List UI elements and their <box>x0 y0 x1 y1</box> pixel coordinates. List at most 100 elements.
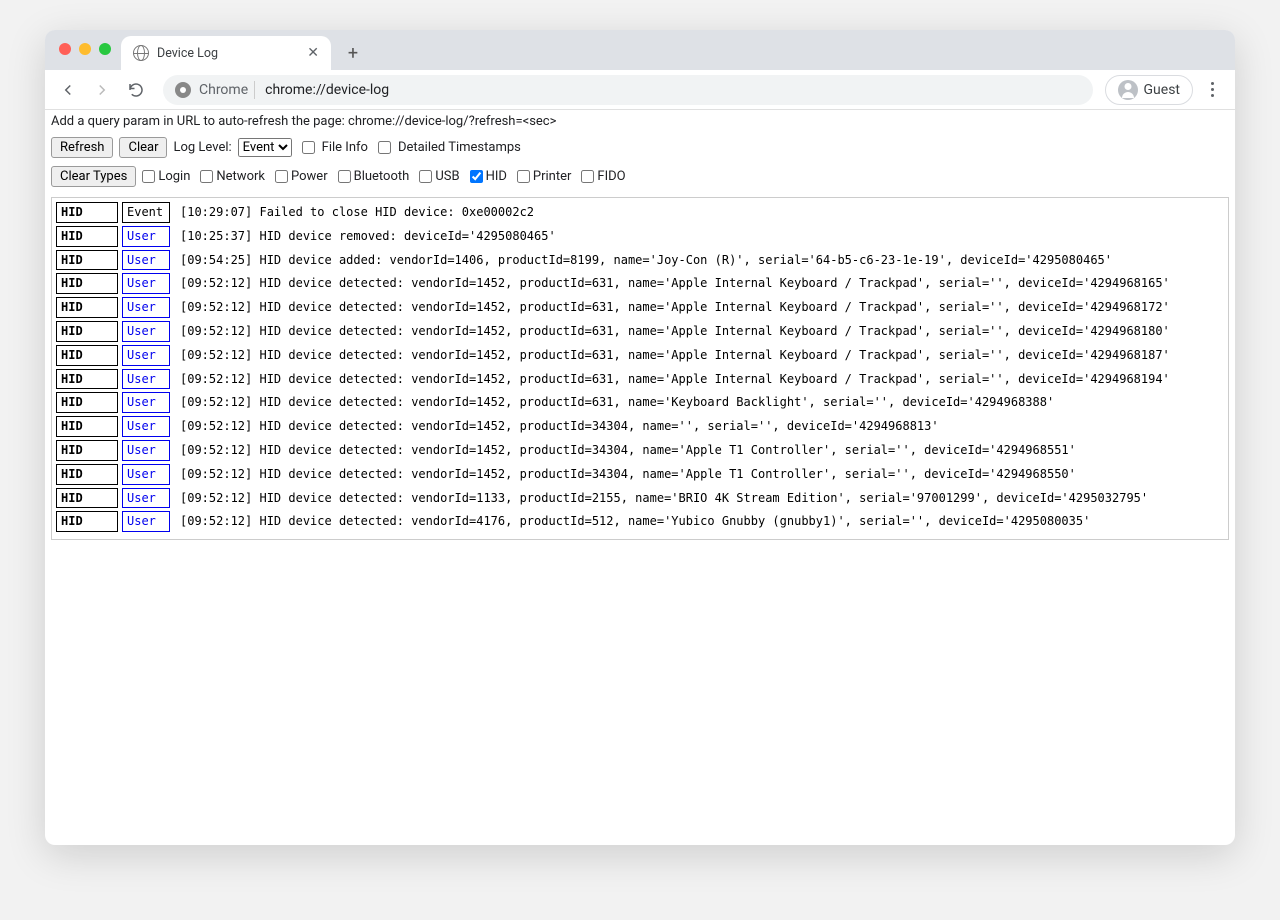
type-filter-checkbox-bluetooth[interactable] <box>338 170 351 183</box>
refresh-button[interactable]: Refresh <box>51 137 113 158</box>
close-window-button[interactable] <box>59 43 71 55</box>
back-button[interactable] <box>53 75 83 105</box>
type-filter-checkbox-printer[interactable] <box>517 170 530 183</box>
log-message: [09:52:12] HID device detected: vendorId… <box>180 466 1076 483</box>
log-type-chip: HID <box>56 321 118 342</box>
log-type-chip: HID <box>56 345 118 366</box>
log-timestamp: [09:52:12] <box>180 395 259 409</box>
log-row: HIDUser[09:52:12] HID device detected: v… <box>56 488 1224 509</box>
type-filter-fido[interactable]: FIDO <box>581 169 625 184</box>
log-timestamp: [09:52:12] <box>180 324 259 338</box>
log-text: HID device detected: vendorId=1452, prod… <box>259 419 938 433</box>
file-info-label: File Info <box>322 140 368 155</box>
site-info-icon[interactable] <box>175 82 191 98</box>
log-message: [10:25:37] HID device removed: deviceId=… <box>180 228 556 245</box>
log-row: HIDUser[09:52:12] HID device detected: v… <box>56 416 1224 437</box>
omnibox[interactable]: Chrome chrome://device-log <box>163 75 1093 105</box>
log-type-chip: HID <box>56 202 118 223</box>
log-row: HIDUser [09:52:12] HID device detected: v… <box>56 321 1224 342</box>
forward-button[interactable] <box>87 75 117 105</box>
profile-label: Guest <box>1144 82 1180 98</box>
type-filter-checkbox-usb[interactable] <box>419 170 432 183</box>
log-timestamp: [09:52:12] <box>180 372 259 386</box>
detailed-timestamps-label: Detailed Timestamps <box>398 140 521 155</box>
log-timestamp: [10:29:07] <box>180 205 259 219</box>
log-text: HID device detected: vendorId=1133, prod… <box>259 491 1148 505</box>
type-filter-network[interactable]: Network <box>200 169 265 184</box>
log-type-chip: HID <box>56 226 118 247</box>
type-filter-checkbox-power[interactable] <box>275 170 288 183</box>
log-row: HIDUser[09:52:12] HID device detected: v… <box>56 369 1224 390</box>
type-filter-label: FIDO <box>597 169 625 184</box>
controls-row-1: Refresh Clear Log Level: Event File Info… <box>45 133 1235 162</box>
fullscreen-window-button[interactable] <box>99 43 111 55</box>
log-message: [09:52:12] HID device detected: vendorId… <box>180 371 1170 388</box>
log-level-chip: User <box>122 392 170 413</box>
type-filter-power[interactable]: Power <box>275 169 328 184</box>
type-filter-printer[interactable]: Printer <box>517 169 572 184</box>
log-message: [10:29:07] Failed to close HID device: 0… <box>180 204 534 221</box>
log-level-chip: User <box>122 321 170 342</box>
type-filter-usb[interactable]: USB <box>419 169 459 184</box>
type-filter-checkbox-network[interactable] <box>200 170 213 183</box>
detailed-timestamps-checkbox[interactable] <box>378 141 391 154</box>
log-level-select[interactable]: Event <box>238 138 292 157</box>
log-timestamp: [09:52:12] <box>180 514 259 528</box>
log-type-chip: HID <box>56 297 118 318</box>
file-info-checkbox[interactable] <box>302 141 315 154</box>
browser-menu-button[interactable] <box>1197 75 1227 105</box>
clear-types-button[interactable]: Clear Types <box>51 166 136 187</box>
tab-strip: Device Log ✕ + <box>45 30 1235 70</box>
log-text: HID device detected: vendorId=1452, prod… <box>259 467 1075 481</box>
log-type-chip: HID <box>56 392 118 413</box>
log-row: HIDUser [09:54:25] HID device added: vend… <box>56 250 1224 271</box>
browser-tab-active[interactable]: Device Log ✕ <box>121 36 331 70</box>
close-tab-icon[interactable]: ✕ <box>307 45 319 61</box>
log-row: HIDUser [10:25:37] HID device removed: de… <box>56 226 1224 247</box>
log-row: HIDUser[09:52:12] HID device detected: v… <box>56 297 1224 318</box>
globe-icon <box>133 45 149 61</box>
type-filter-checkbox-login[interactable] <box>142 170 155 183</box>
log-level-chip: User <box>122 511 170 532</box>
log-type-chip: HID <box>56 416 118 437</box>
clear-button[interactable]: Clear <box>119 137 167 158</box>
type-filter-checkbox-fido[interactable] <box>581 170 594 183</box>
log-row: HIDUser [09:52:12] HID device detected: v… <box>56 392 1224 413</box>
new-tab-button[interactable]: + <box>339 39 367 67</box>
log-type-chip: HID <box>56 440 118 461</box>
log-timestamp: [10:25:37] <box>180 229 259 243</box>
log-level-chip: User <box>122 250 170 271</box>
log-row: HIDEvent[10:29:07] Failed to close HID d… <box>56 202 1224 223</box>
type-filter-label: Login <box>158 169 190 184</box>
type-filter-label: HID <box>486 169 507 184</box>
log-text: HID device detected: vendorId=1452, prod… <box>259 324 1169 338</box>
type-filter-label: Bluetooth <box>354 169 410 184</box>
log-message: [09:54:25] HID device added: vendorId=14… <box>180 252 1112 269</box>
type-filter-bluetooth[interactable]: Bluetooth <box>338 169 410 184</box>
profile-chip[interactable]: Guest <box>1105 75 1193 105</box>
type-filter-hid[interactable]: HID <box>470 169 507 184</box>
log-type-chip: HID <box>56 511 118 532</box>
log-text: HID device detected: vendorId=1452, prod… <box>259 372 1169 386</box>
log-type-chip: HID <box>56 273 118 294</box>
log-area: HIDEvent[10:29:07] Failed to close HID d… <box>51 197 1229 540</box>
omnibox-scheme: Chrome <box>199 82 248 98</box>
type-filter-login[interactable]: Login <box>142 169 190 184</box>
log-text: HID device detected: vendorId=1452, prod… <box>259 443 1075 457</box>
log-timestamp: [09:52:12] <box>180 300 259 314</box>
window-traffic-lights <box>59 43 111 55</box>
log-text: HID device detected: vendorId=1452, prod… <box>259 348 1169 362</box>
log-message: [09:52:12] HID device detected: vendorId… <box>180 394 1054 411</box>
log-type-chip: HID <box>56 250 118 271</box>
type-filter-label: Network <box>216 169 265 184</box>
type-filter-label: Printer <box>533 169 572 184</box>
omnibox-url: chrome://device-log <box>265 82 389 98</box>
avatar-icon <box>1118 80 1138 100</box>
type-filter-checkbox-hid[interactable] <box>470 170 483 183</box>
log-level-chip: User <box>122 226 170 247</box>
log-timestamp: [09:52:12] <box>180 467 259 481</box>
log-row: HIDUser[09:52:12] HID device detected: v… <box>56 440 1224 461</box>
log-row: HIDUser[09:52:12] HID device detected: v… <box>56 345 1224 366</box>
reload-button[interactable] <box>121 75 151 105</box>
minimize-window-button[interactable] <box>79 43 91 55</box>
